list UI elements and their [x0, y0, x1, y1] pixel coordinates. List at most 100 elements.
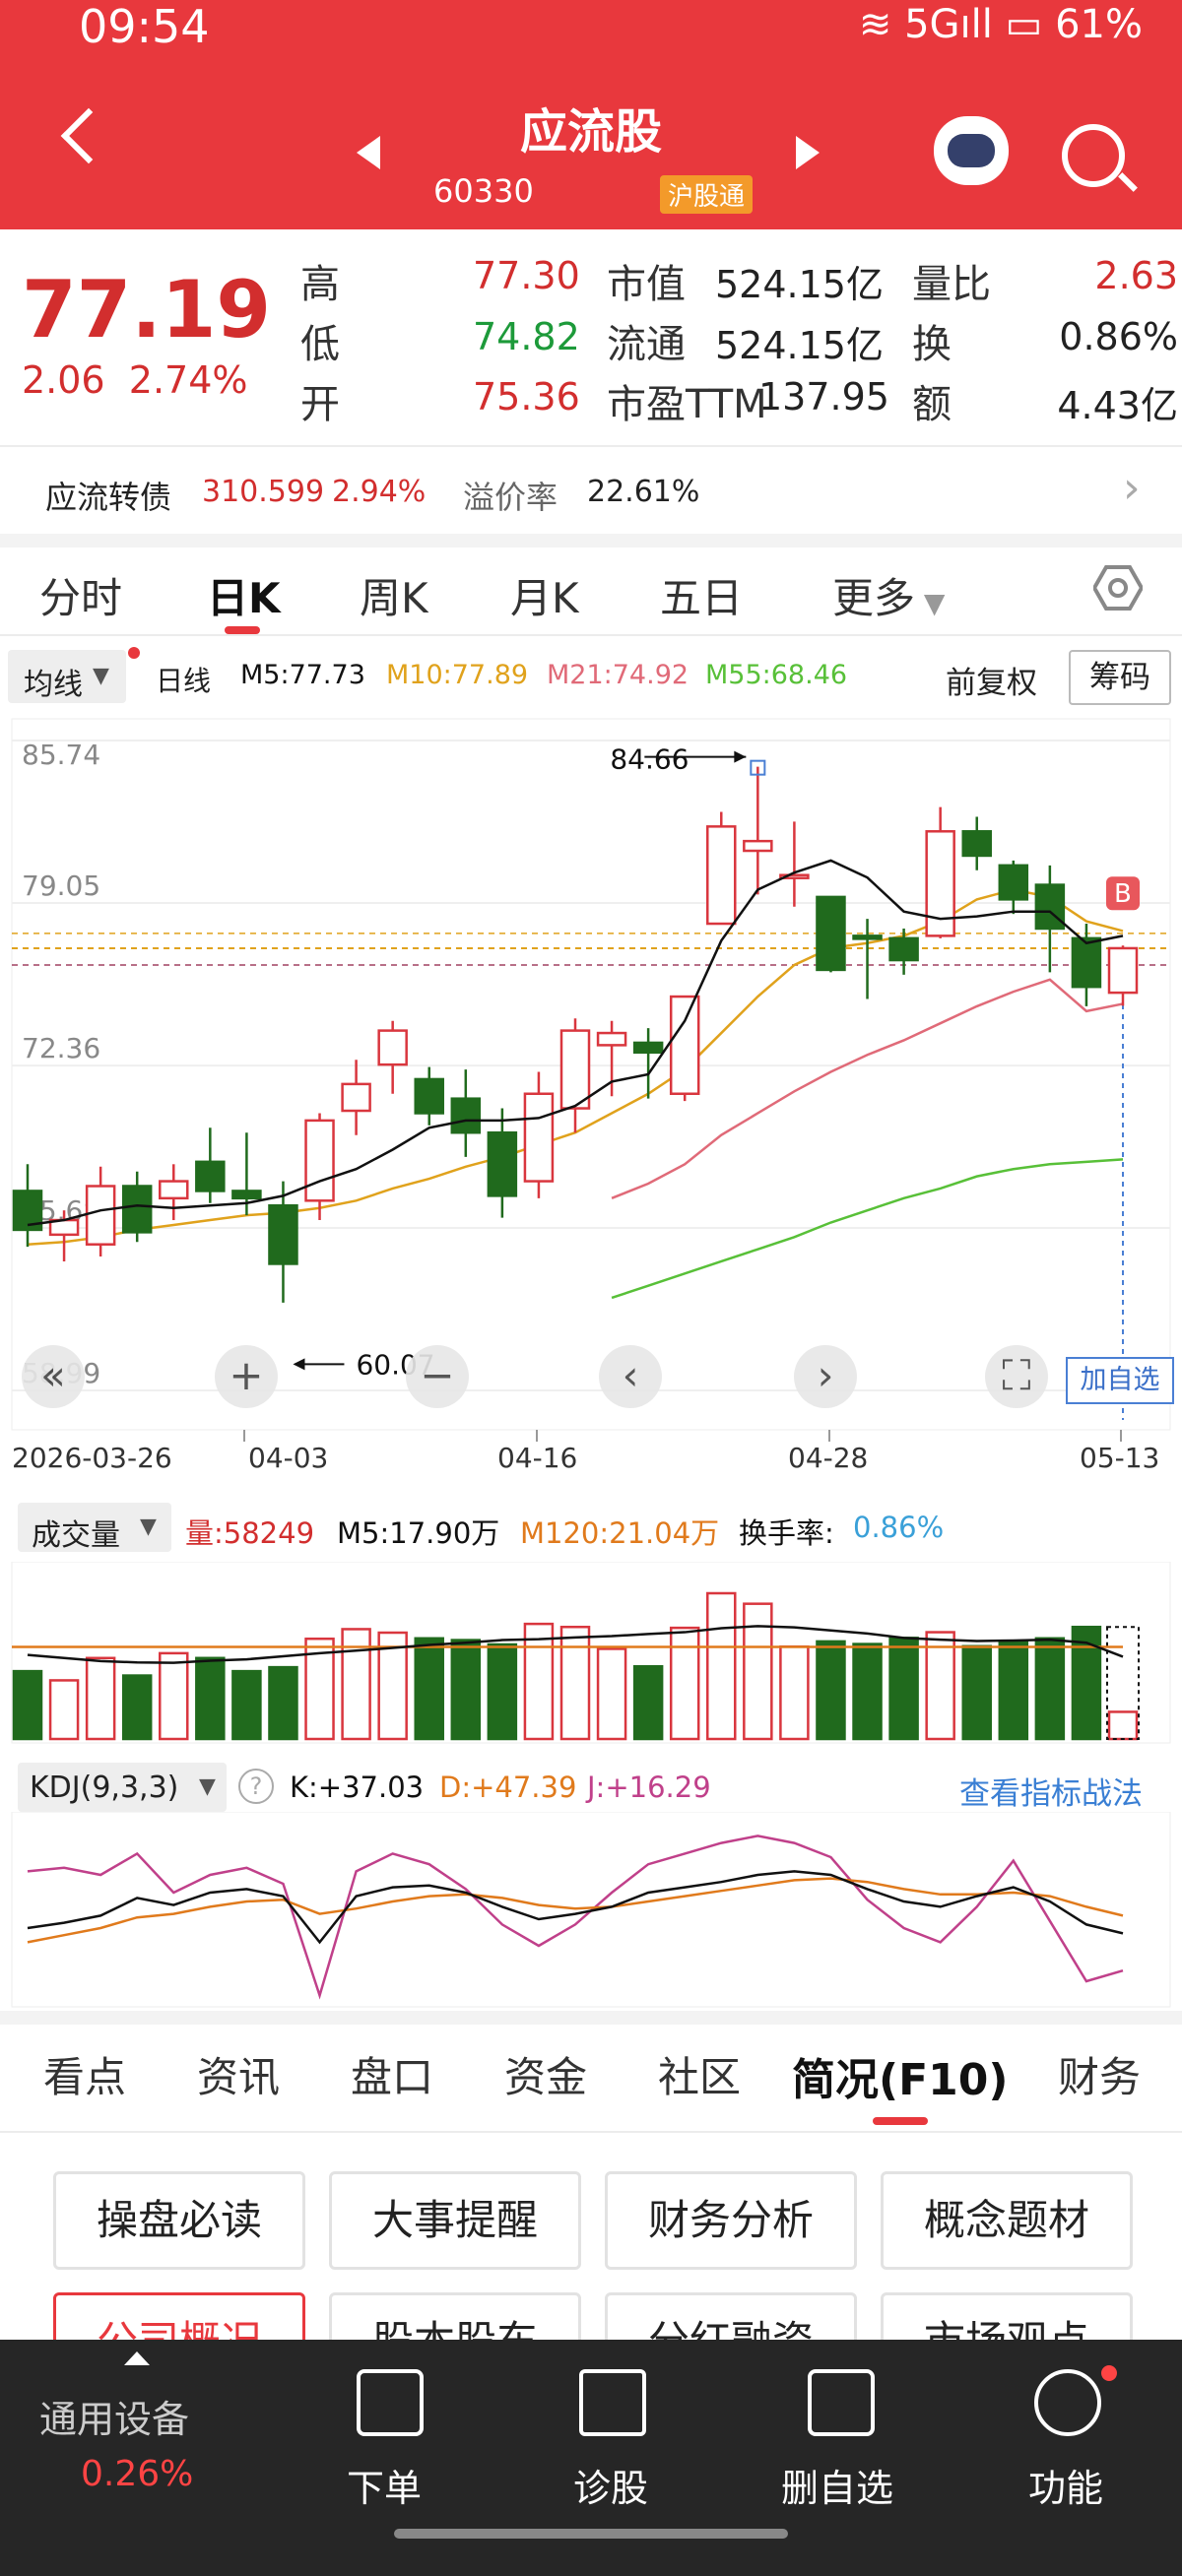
volume-bar [706, 1591, 737, 1741]
amount-label: 额 [912, 382, 952, 427]
battery-label: 61% [1055, 2, 1143, 47]
major-events-button[interactable]: 大事提醒 [329, 2171, 581, 2270]
help-icon[interactable]: ? [238, 1769, 274, 1804]
pan-right-icon[interactable]: › [794, 1345, 857, 1408]
change-value: 2.06 [22, 358, 105, 402]
candle-body [85, 1185, 116, 1246]
active-tab-underline [225, 626, 260, 634]
volume-chart[interactable] [0, 1562, 1182, 1745]
financial-analysis-button[interactable]: 财务分析 [605, 2171, 857, 2270]
caret-down-icon: ▼ [93, 664, 109, 688]
kdj-indicator-select[interactable]: KDJ(9,3,3) ▼ [18, 1763, 227, 1812]
candle-body [888, 936, 919, 962]
turnover-label: 换 [912, 322, 952, 367]
volume-bar [159, 1651, 189, 1741]
adjust-mode[interactable]: 前复权 [946, 658, 1037, 702]
volume-bar [779, 1644, 810, 1741]
menu-lines-icon [1034, 2369, 1101, 2436]
tab-five-day[interactable]: 五日 [660, 565, 743, 625]
tab-highlights[interactable]: 看点 [43, 2044, 126, 2104]
search-icon[interactable] [1062, 124, 1125, 187]
bottom-navigation: 通用设备 0.26% 下单 诊股 删自选 功能 [0, 2340, 1182, 2576]
pan-left-icon[interactable]: ‹ [599, 1345, 662, 1408]
volume-bar [85, 1656, 116, 1741]
zoom-in-icon[interactable]: + [215, 1345, 278, 1408]
assistant-robot-icon[interactable] [934, 116, 1009, 185]
chip-distribution-button[interactable]: 筹码 [1069, 650, 1171, 705]
indicator-select[interactable]: 均线 ▼ [8, 650, 126, 703]
sector-name[interactable]: 通用设备 [39, 2389, 189, 2443]
tab-fund-flow[interactable]: 资金 [504, 2044, 587, 2104]
concept-themes-button[interactable]: 概念题材 [881, 2171, 1133, 2270]
indicator-tactics-link[interactable]: 查看指标战法 [959, 1769, 1143, 1813]
kdj-chart[interactable] [0, 1812, 1182, 2009]
expand-up-icon[interactable] [124, 2351, 150, 2365]
volume-bar [852, 1642, 883, 1741]
zoom-out-icon[interactable]: − [406, 1345, 469, 1408]
tab-f10-profile[interactable]: 简况(F10) [792, 2044, 1009, 2107]
tab-financials[interactable]: 财务 [1058, 2044, 1141, 2104]
candle-body [195, 1160, 226, 1192]
fullscreen-icon[interactable]: ⛶ [985, 1345, 1048, 1408]
volume-bar [231, 1669, 262, 1741]
candle-body [596, 1031, 627, 1047]
active-tab-underline [873, 2117, 928, 2125]
volume-bar [888, 1637, 919, 1741]
tab-daily-k[interactable]: 日K [207, 565, 281, 625]
tab-weekly-k[interactable]: 周K [360, 565, 428, 625]
divider [0, 634, 1182, 636]
bond-name: 应流转债 [45, 479, 172, 516]
market-cap-value: 524.15亿 [715, 263, 884, 306]
volume-ratio-value: 2.63 [1094, 254, 1178, 297]
volume-bar [1107, 1710, 1139, 1741]
volume-ratio-label: 量比 [912, 262, 991, 307]
chart-settings-icon[interactable] [1091, 563, 1145, 611]
candle-body [341, 1082, 371, 1113]
caret-down-icon: ▼ [199, 1774, 216, 1799]
tab-monthly-k[interactable]: 月K [510, 565, 579, 625]
status-icons: ≋ 5Gıll ▭ 61% [859, 2, 1143, 47]
collapse-left-icon[interactable]: « [22, 1345, 85, 1408]
volume-bar [12, 1669, 43, 1741]
next-stock-icon[interactable] [796, 136, 820, 169]
volume-bar [487, 1642, 518, 1741]
functions-button[interactable]: 功能 [967, 2340, 1164, 2566]
tab-more[interactable]: 更多 ▼ [832, 565, 945, 625]
sector-change: 0.26% [81, 2454, 194, 2494]
volume-indicator-select[interactable]: 成交量 ▼ [18, 1503, 171, 1553]
chevron-right-icon: › [1123, 463, 1141, 513]
remove-favorite-label: 删自选 [780, 2467, 893, 2510]
volume-bar [523, 1622, 555, 1741]
kline-plot-area [11, 718, 1171, 1431]
network-label: 5G [904, 2, 960, 47]
tab-news[interactable]: 资讯 [197, 2044, 280, 2104]
red-dot-icon [128, 647, 140, 659]
volume-m120: M120:21.04万 [520, 1516, 720, 1550]
ma55-label: M55:68.46 [705, 660, 848, 690]
divider [0, 2131, 1182, 2133]
amount-value: 4.43亿 [1057, 384, 1178, 427]
volume-bar [48, 1679, 80, 1741]
low-value: 74.82 [473, 315, 580, 358]
tab-timeshare[interactable]: 分时 [39, 565, 122, 625]
premium-label: 溢价率 [463, 479, 558, 516]
trading-guide-button[interactable]: 操盘必读 [53, 2171, 305, 2270]
high-price-label: 84.66 [610, 743, 689, 776]
open-value: 75.36 [473, 375, 580, 419]
tab-order-book[interactable]: 盘口 [351, 2044, 433, 2104]
candle-body [559, 1029, 591, 1110]
volume-indicator-label: 成交量 [32, 1518, 120, 1553]
tab-community[interactable]: 社区 [658, 2044, 741, 2104]
candle-body [1107, 946, 1139, 995]
candle-body [816, 895, 846, 972]
convertible-bond-row[interactable]: 应流转债 310.599 2.94% 溢价率 22.61% › [0, 455, 1182, 530]
candle-body [1071, 936, 1102, 989]
ma21-label: M21:74.92 [547, 660, 690, 690]
candle-body [925, 830, 955, 937]
high-value: 77.30 [473, 254, 580, 297]
bond-price: 310.599 [202, 475, 325, 509]
y-tick-label: 79.05 [22, 869, 100, 902]
add-favorite-button[interactable]: 加自选 [1066, 1357, 1174, 1404]
remove-minus-icon [808, 2369, 875, 2436]
candle-body [998, 864, 1029, 901]
